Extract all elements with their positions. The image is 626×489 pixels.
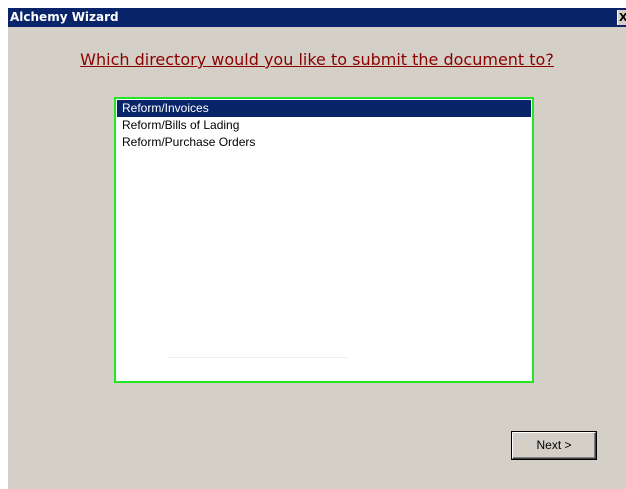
list-item[interactable]: Reform/Invoices [117,100,531,117]
list-item[interactable]: Reform/Bills of Lading [117,117,531,134]
question-heading: Which directory would you like to submit… [80,50,554,69]
list-item[interactable]: Reform/Purchase Orders [117,134,531,151]
close-icon: X [619,10,626,25]
title-bar[interactable]: Alchemy Wizard X [8,8,626,27]
directory-listbox[interactable]: Reform/Invoices Reform/Bills of Lading R… [114,97,534,383]
window-title: Alchemy Wizard [10,10,119,24]
next-button[interactable]: Next > [512,432,596,459]
wizard-window: Alchemy Wizard X Which directory would y… [8,8,626,489]
close-button[interactable]: X [617,10,626,25]
divider [168,357,348,358]
